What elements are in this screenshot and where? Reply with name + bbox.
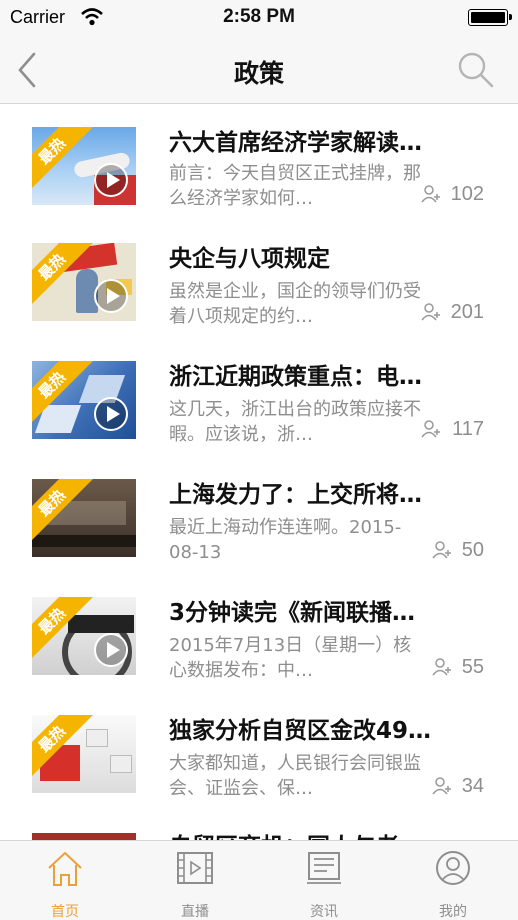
view-count: 55 [461,656,484,678]
article-title: 六大首席经济学家解读… [169,130,422,156]
search-button[interactable] [456,50,496,90]
list-item[interactable]: 最热 独家分析自贸区金改49… 大家都知道，人民银行会同银监会、证监会、保… 3… [0,695,518,813]
user-icon [421,420,440,438]
tab-live[interactable]: 直播 [130,841,260,920]
clock: 2:58 PM [223,6,295,27]
profile-icon [436,851,470,885]
article-title: 自贸区商机：国人与老… [169,827,479,840]
tab-label: 资讯 [310,904,338,920]
article-summary: 大家都知道，人民银行会同银监会、证监会、保… [169,753,421,799]
list-item[interactable]: 最热 浙江近期政策重点：电… 这几天，浙江出台的政策应接不暇。应该说，浙… 11… [0,341,518,459]
article-thumbnail: 最热 [32,243,136,321]
user-icon [432,541,451,559]
article-summary: 这几天，浙江出台的政策应接不暇。应该说，浙… [169,399,421,445]
article-thumbnail: 最热 [32,361,136,439]
article-title: 独家分析自贸区金改49… [169,718,432,744]
view-count: 117 [452,418,484,440]
list-item[interactable]: 最热 央企与八项规定 虽然是企业，国企的领导们仍受着八项规定的约… 201 [0,223,518,341]
article-title: 央企与八项规定 [169,246,330,272]
list-item[interactable]: 最热 上海发力了：上交所将… 最近上海动作连连啊。2015-08-13 50 [0,459,518,577]
film-icon [177,852,213,884]
article-summary: 最近上海动作连连啊。2015-08-13 [169,517,402,563]
tab-bar: 首页 直播 资讯 我的 [0,840,518,920]
tab-label: 直播 [181,904,209,920]
tab-home[interactable]: 首页 [0,841,130,920]
list-item[interactable]: 自贸区商机：国人与老… [0,813,518,840]
view-count: 102 [450,183,484,205]
page-title: 政策 [233,59,284,88]
user-icon [421,185,440,203]
user-icon [432,777,451,795]
status-bar: Carrier 2:58 PM [0,0,518,36]
tab-news[interactable]: 资讯 [259,841,389,920]
article-thumbnail: 最热 [32,597,136,675]
view-count: 50 [461,539,484,561]
article-summary: 前言：今天自贸区正式挂牌，那么经济学家如何… [169,163,421,209]
play-icon [94,397,128,431]
list-item[interactable]: 最热 3分钟读完《新闻联播… 2015年7月13日（星期一）核心数据发布：中… … [0,577,518,695]
article-title: 上海发力了：上交所将… [169,482,422,508]
view-count: 201 [450,301,484,323]
navigation-bar: 政策 [0,36,518,104]
tab-label: 首页 [51,904,79,920]
play-icon [94,163,128,197]
user-icon [432,658,451,676]
list-item[interactable]: 最热 六大首席经济学家解读… 前言：今天自贸区正式挂牌，那么经济学家如何… 10… [0,105,518,223]
search-icon [458,52,494,88]
battery-icon [468,9,512,26]
news-icon [307,852,341,884]
view-count: 34 [461,775,484,797]
article-thumbnail [32,833,136,840]
article-title: 3分钟读完《新闻联播… [169,600,416,626]
play-icon [94,279,128,313]
tab-mine[interactable]: 我的 [388,841,518,920]
article-title: 浙江近期政策重点：电… [169,364,422,390]
article-thumbnail: 最热 [32,127,136,205]
user-icon [421,303,440,321]
article-thumbnail: 最热 [32,479,136,557]
article-summary: 虽然是企业，国企的领导们仍受着八项规定的约… [169,281,421,327]
article-list: 最热 六大首席经济学家解读… 前言：今天自贸区正式挂牌，那么经济学家如何… 10… [0,105,518,840]
article-thumbnail: 最热 [32,715,136,793]
article-summary: 2015年7月13日（星期一）核心数据发布：中… [169,635,412,681]
tab-label: 我的 [439,904,467,920]
play-icon [94,633,128,667]
home-icon [48,852,82,886]
